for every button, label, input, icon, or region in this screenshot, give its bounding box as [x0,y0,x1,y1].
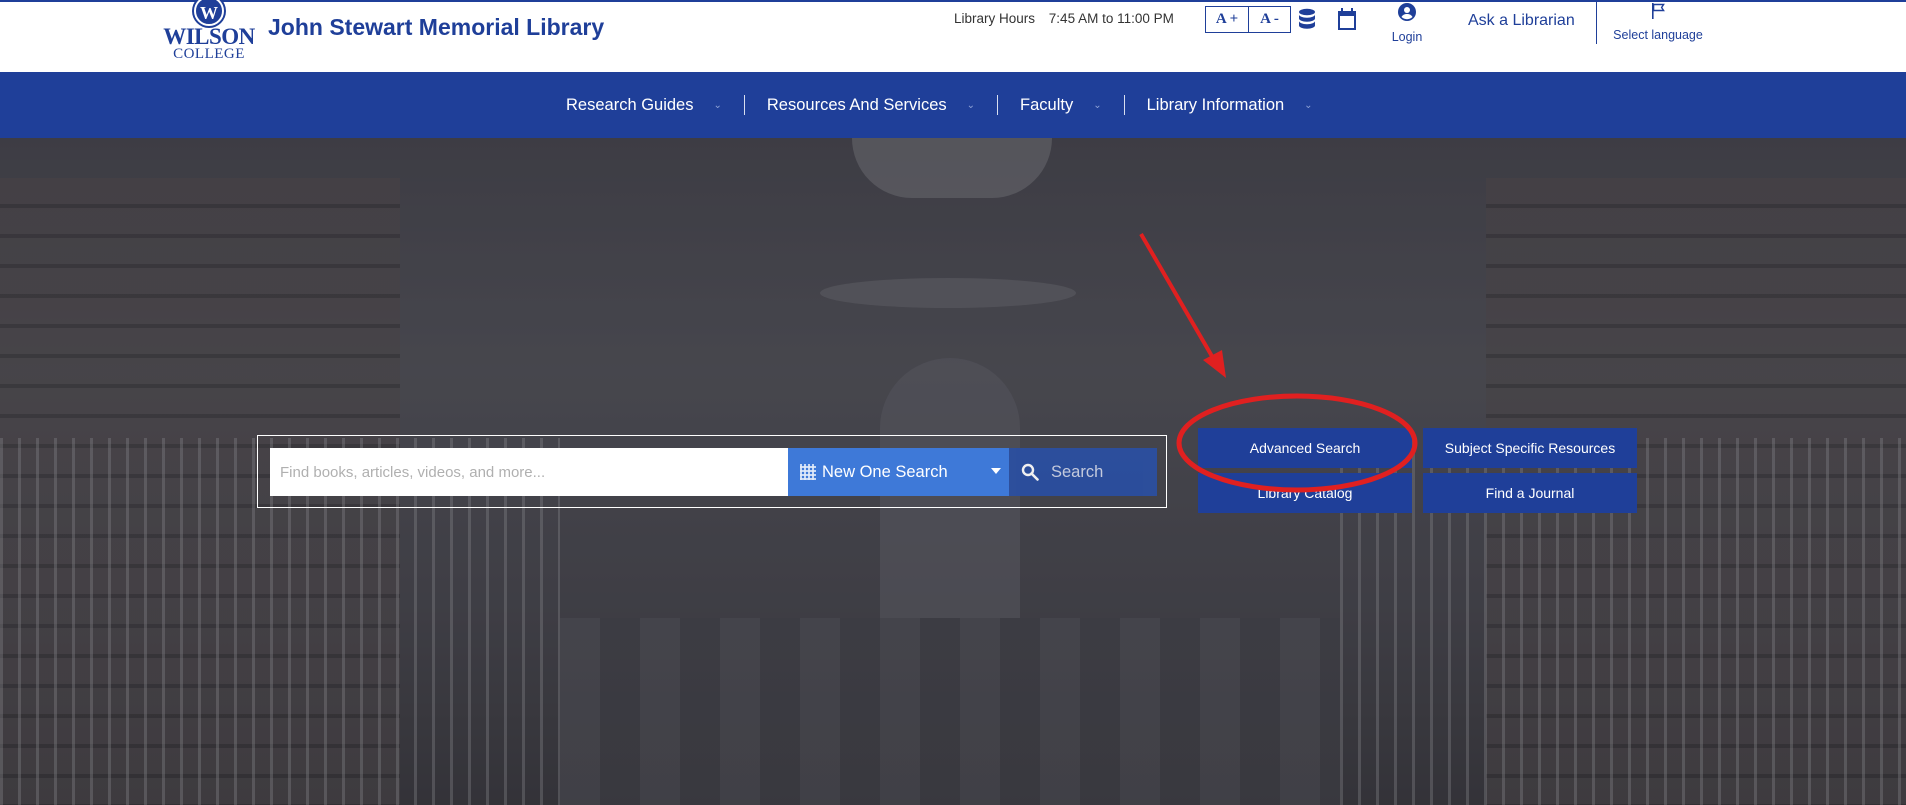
nav-label: Research Guides [566,95,694,114]
grid-icon [800,464,816,480]
logo-badge: W [194,0,224,26]
one-search-form: New One Search Search [257,435,1167,508]
user-icon [1398,3,1416,21]
logo-wordmark-line2: COLLEGE [173,46,245,62]
search-scope-label: New One Search [822,462,948,481]
chevron-down-icon: ⌄ [1093,99,1102,111]
chevron-down-icon: ⌄ [1304,99,1313,111]
font-increase-button[interactable]: A + [1206,7,1248,32]
site-title[interactable]: John Stewart Memorial Library [268,14,604,41]
subject-resources-button[interactable]: Subject Specific Resources [1423,428,1637,468]
college-logo[interactable]: W WILSON COLLEGE [163,0,255,64]
chevron-down-icon: ⌄ [966,99,976,111]
hours-label: Library Hours [954,11,1036,26]
font-decrease-button[interactable]: A - [1248,7,1290,32]
nav-label: Faculty [1020,95,1074,114]
search-button[interactable]: Search [1009,448,1157,496]
language-selector[interactable]: Select language [1608,2,1708,42]
nav-separator [743,95,745,115]
main-nav: Research Guides ⌄ Resources And Services… [0,72,1906,138]
search-input[interactable] [270,448,788,496]
nav-separator [997,95,999,115]
nav-label: Resources And Services [766,95,947,114]
calendar-icon[interactable] [1335,7,1359,31]
nav-label: Library Information [1146,95,1285,114]
nav-faculty[interactable]: Faculty ⌄ [1020,96,1102,115]
nav-research-guides[interactable]: Research Guides ⌄ [566,96,722,115]
library-hours: Library Hours 7:45 AM to 11:00 PM [954,11,1174,26]
font-size-controls: A + A - [1205,6,1291,33]
language-label: Select language [1613,28,1703,42]
chevron-down-icon: ⌄ [713,99,722,111]
login-label: Login [1391,30,1423,44]
find-journal-button[interactable]: Find a Journal [1423,473,1637,513]
nav-library-information[interactable]: Library Information ⌄ [1147,96,1313,115]
caret-down-icon [991,468,1001,474]
ask-librarian-link[interactable]: Ask a Librarian [1468,12,1575,30]
nav-resources-and-services[interactable]: Resources And Services ⌄ [767,96,975,115]
database-icon[interactable] [1295,7,1319,31]
search-button-label: Search [1051,462,1104,481]
site-header: W WILSON COLLEGE John Stewart Memorial L… [0,0,1906,72]
flag-icon [1652,3,1665,19]
nav-separator [1123,95,1125,115]
logo-wordmark-line1: WILSON [163,24,255,49]
login-link[interactable]: Login [1384,2,1430,44]
library-catalog-button[interactable]: Library Catalog [1198,473,1412,513]
hours-value: 7:45 AM to 11:00 PM [1048,11,1174,26]
search-scope-select[interactable]: New One Search [788,448,1009,496]
search-icon [1021,463,1039,481]
header-divider [1596,2,1597,44]
advanced-search-button[interactable]: Advanced Search [1198,428,1412,468]
hero-banner: New One Search Search Advanced Search Su… [0,138,1906,805]
